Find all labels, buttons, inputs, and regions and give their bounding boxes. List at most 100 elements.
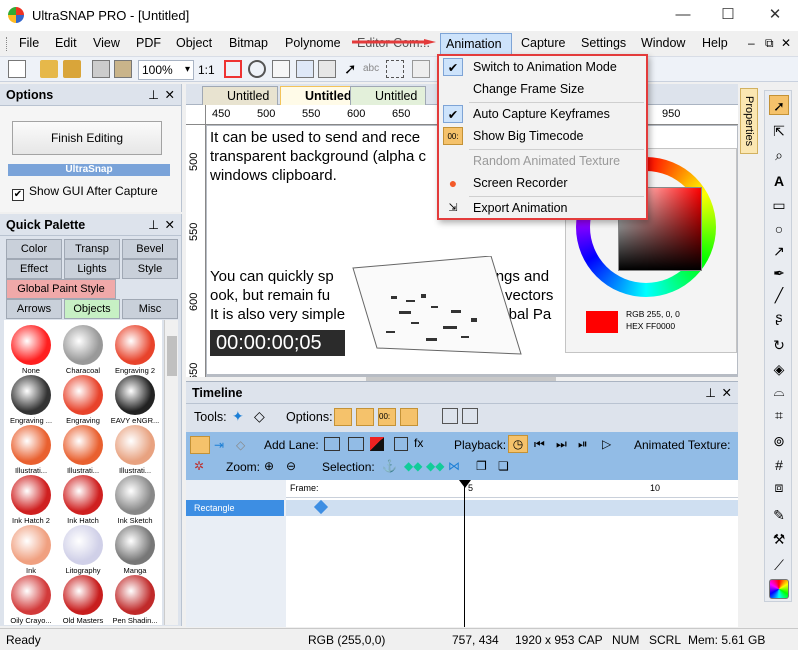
close-panel-icon[interactable]: ✕ (722, 382, 732, 404)
tab-misc[interactable]: Misc (122, 299, 178, 319)
zoom-select[interactable]: 100% (138, 60, 194, 80)
tab-objects[interactable]: Objects (64, 299, 120, 319)
add-lane-color-icon[interactable] (370, 437, 384, 451)
rotate-tool-icon[interactable]: ↻ (769, 335, 789, 355)
ellipse-tool-icon[interactable]: ○ (769, 219, 789, 239)
tab-lights[interactable]: Lights (64, 259, 120, 279)
copy-key-icon[interactable]: ❐ (476, 459, 487, 473)
mdi-minimize-button[interactable]: – (748, 36, 755, 50)
menu-object[interactable]: Object (171, 33, 217, 55)
menu-window[interactable]: Window (636, 33, 690, 55)
lane-track[interactable] (286, 500, 738, 516)
palette-swatch[interactable]: Illustrati... (58, 422, 108, 475)
palette-swatch[interactable]: Ink Hatch 2 (6, 472, 56, 525)
grid-icon[interactable] (412, 60, 430, 78)
paste-icon[interactable] (114, 60, 132, 78)
tab-arrows[interactable]: Arrows (6, 299, 62, 319)
rect-select-icon[interactable] (224, 60, 242, 78)
fill-tool-icon[interactable]: ⟋ (769, 555, 789, 575)
menu-help[interactable]: Help (697, 33, 733, 55)
pin-icon[interactable]: ⊥ (148, 214, 159, 236)
crop-tool-icon[interactable]: ⌗ (769, 405, 789, 425)
palette-swatch[interactable]: Pen Shadin... (110, 572, 160, 625)
checkbox-check-icon[interactable]: ✔ (12, 189, 24, 201)
menu-settings[interactable]: Settings (576, 33, 631, 55)
close-button[interactable]: ✕ (752, 0, 798, 31)
marquee-icon[interactable] (386, 60, 404, 78)
key-next-icon[interactable]: ⇥ (214, 438, 224, 452)
playback-prev-icon[interactable]: ⏮ (534, 437, 545, 452)
option-lock-icon[interactable] (442, 408, 458, 424)
tab-bevel[interactable]: Bevel (122, 239, 178, 259)
color-wheel-icon[interactable] (769, 579, 789, 599)
tab-transp[interactable]: Transp (64, 239, 120, 259)
freehand-tool-icon[interactable]: ʂ (769, 307, 789, 327)
menu-pdf[interactable]: PDF (131, 33, 166, 55)
add-lane-effect-icon[interactable]: fx (414, 436, 423, 450)
pen-tool-icon[interactable]: ✒ (769, 263, 789, 283)
lasso-tool-icon[interactable]: ⌓ (769, 381, 789, 401)
select-left-icon[interactable]: ◆◆ (404, 459, 422, 473)
text-tool-icon[interactable]: A (769, 171, 789, 191)
palette-swatch[interactable]: Oily Crayo... (6, 572, 56, 625)
object-icon[interactable] (318, 60, 336, 78)
line-tool-icon[interactable]: ╱ (769, 285, 789, 305)
palette-swatch[interactable]: Ink Sketch (110, 472, 160, 525)
palette-scrollbar[interactable] (164, 320, 178, 625)
menu-item-export-animation[interactable]: ⇲ Export Animation (439, 197, 646, 219)
remove-key-icon[interactable]: ◇ (254, 408, 265, 425)
crop-icon[interactable] (272, 60, 290, 78)
bitmap-tool-icon[interactable]: ⧈ (769, 477, 789, 497)
tab-effect[interactable]: Effect (6, 259, 62, 279)
zoom-region-icon[interactable] (248, 60, 266, 78)
maximize-button[interactable]: ☐ (705, 0, 751, 31)
palette-swatch[interactable]: Engraving ... (6, 372, 56, 425)
select-tool-icon[interactable]: ➚ (769, 95, 789, 115)
palette-swatch[interactable]: Illustrati... (110, 422, 160, 475)
tab-color[interactable]: Color (6, 239, 62, 259)
paste-key-icon[interactable]: ❏ (498, 459, 509, 473)
menu-item-switch-animation-mode[interactable]: ✔ Switch to Animation Mode (439, 56, 646, 78)
menu-item-show-big-timecode[interactable]: 00: Show Big Timecode (439, 125, 646, 147)
palette-swatch[interactable]: Ink Hatch (58, 472, 108, 525)
palette-swatch[interactable]: EAVY eNGR... (110, 372, 160, 425)
palette-swatch[interactable]: Litography (58, 522, 108, 575)
mdi-restore-button[interactable]: ⧉ (765, 36, 774, 51)
add-key-icon[interactable]: ✦ (232, 408, 244, 425)
menu-file[interactable]: File (14, 33, 44, 55)
burst-icon[interactable]: ✲ (194, 459, 204, 473)
palette-swatch[interactable]: Engraving (58, 372, 108, 425)
scroll-thumb[interactable] (167, 336, 177, 376)
menu-polynome[interactable]: Polynome (280, 33, 346, 55)
playback-clock-icon[interactable]: ◷ (508, 435, 528, 453)
menu-bitmap[interactable]: Bitmap (224, 33, 273, 55)
palette-swatch[interactable]: Characoal (58, 322, 108, 375)
menu-animation[interactable]: Animation (440, 33, 512, 55)
eyedropper-tool-icon[interactable]: ✎ (769, 505, 789, 525)
pointer-icon[interactable]: ➚ (344, 60, 357, 78)
option-tween-icon[interactable] (400, 408, 418, 426)
node-tool-icon[interactable]: ⇱ (769, 121, 789, 141)
menu-item-screen-recorder[interactable]: ● Screen Recorder (439, 172, 646, 194)
copy-icon[interactable] (92, 60, 110, 78)
add-lane-size-icon[interactable] (394, 437, 408, 451)
zoom-out-icon[interactable]: ⊖ (286, 459, 296, 473)
tilted-image-object[interactable] (351, 256, 531, 356)
doc-tab-untitled-2[interactable]: Untitled (280, 86, 361, 106)
text-tool-icon[interactable]: abc (363, 63, 379, 74)
timeline-grid[interactable]: Frame: 5 10 Rectangle (186, 480, 738, 627)
palette-swatch[interactable]: Illustrati... (6, 422, 56, 475)
palette-swatch[interactable]: Engraving 2 (110, 322, 160, 375)
tab-style[interactable]: Style (122, 259, 178, 279)
show-gui-checkbox[interactable]: ✔ Show GUI After Capture (12, 184, 158, 201)
doc-tab-untitled-3[interactable]: Untitled (350, 86, 427, 106)
add-lane-move-icon[interactable] (348, 437, 364, 451)
playhead-handle-icon[interactable] (459, 480, 471, 488)
pin-icon[interactable]: ⊥ (148, 84, 159, 106)
menu-view[interactable]: View (88, 33, 125, 55)
option-timecode-icon[interactable]: 00: (378, 408, 396, 426)
select-range-icon[interactable]: ⋈ (448, 459, 460, 473)
zoom-in-icon[interactable]: ⊕ (264, 459, 274, 473)
window-icon[interactable] (296, 60, 314, 78)
minimize-button[interactable]: — (660, 0, 706, 31)
